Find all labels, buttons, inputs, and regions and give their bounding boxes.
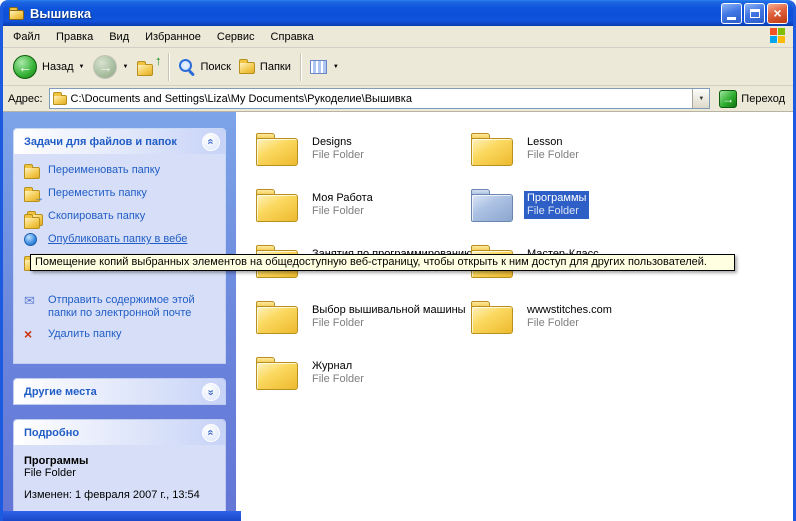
folder-tile-lesson[interactable]: LessonFile Folder	[470, 126, 675, 172]
minimize-button[interactable]	[721, 3, 742, 24]
address-folder-icon	[53, 95, 67, 105]
window-bottom-border	[3, 511, 241, 521]
folder-icon	[255, 354, 301, 392]
details-selected-type: File Folder	[24, 467, 219, 479]
details-panel: Подробно » Программы File Folder Изменен…	[13, 419, 226, 514]
address-dropdown-button[interactable]: ▼	[692, 89, 709, 108]
window-title: Вышивка	[30, 6, 714, 21]
back-label: Назад	[42, 61, 74, 73]
views-dropdown-arrow: ▼	[333, 64, 339, 70]
forward-icon: →	[93, 55, 117, 79]
back-icon: ←	[13, 55, 37, 79]
task-delete-folder[interactable]: × Удалить папку	[24, 328, 219, 343]
windows-logo-icon	[770, 28, 787, 45]
folder-icon	[255, 186, 301, 224]
forward-dropdown-arrow[interactable]: ▼	[122, 64, 128, 70]
search-icon	[178, 58, 195, 75]
details-title: Подробно	[24, 427, 79, 439]
file-tasks-header[interactable]: Задачи для файлов и папок »	[14, 129, 225, 154]
address-path: C:\Documents and Settings\Liza\My Docume…	[71, 93, 689, 105]
move-folder-icon: →	[24, 187, 42, 202]
folders-button[interactable]: Папки	[235, 56, 295, 77]
details-selected-name: Программы	[24, 455, 219, 467]
back-button[interactable]: ← Назад	[9, 52, 78, 82]
menu-file[interactable]: Файл	[5, 28, 48, 46]
folder-tile-zhurnal[interactable]: ЖурналFile Folder	[255, 350, 460, 396]
folder-icon-selected	[470, 186, 516, 224]
address-label: Адрес:	[8, 93, 43, 105]
back-dropdown-arrow[interactable]: ▼	[79, 64, 85, 70]
search-button[interactable]: Поиск	[174, 55, 234, 78]
email-icon: ✉	[24, 294, 42, 309]
folder-tile-vybor-mashiny[interactable]: Выбор вышивальной машиныFile Folder	[255, 294, 460, 340]
menu-edit[interactable]: Правка	[48, 28, 101, 46]
search-label: Поиск	[200, 61, 230, 73]
task-pane-sidebar: Задачи для файлов и папок » Переименоват…	[3, 112, 236, 521]
titlebar: Вышивка ×	[3, 0, 793, 26]
task-move-folder[interactable]: → Переместить папку	[24, 187, 219, 202]
menu-favorites[interactable]: Избранное	[137, 28, 209, 46]
up-button[interactable]: ↑	[133, 54, 163, 79]
forward-button[interactable]: →	[89, 52, 121, 82]
publish-web-icon	[24, 233, 42, 248]
menu-view[interactable]: Вид	[101, 28, 137, 46]
details-header[interactable]: Подробно »	[14, 420, 225, 445]
folder-icon	[255, 298, 301, 336]
rename-folder-icon	[24, 164, 42, 179]
folder-icon	[255, 130, 301, 168]
maximize-button[interactable]	[744, 3, 765, 24]
views-icon	[310, 60, 327, 74]
task-email-folder[interactable]: ✉ Отправить содержимое этой папки по эле…	[24, 294, 219, 320]
folder-tile-programmy-selected[interactable]: ПрограммыFile Folder	[470, 182, 675, 228]
other-places-header[interactable]: Другие места »	[14, 379, 225, 404]
standard-buttons-toolbar: ← Назад ▼ → ▼ ↑ Поиск Папки ▼	[3, 48, 793, 86]
expand-chevron-icon[interactable]: »	[202, 383, 220, 401]
go-label: Переход	[741, 93, 785, 105]
go-button[interactable]: → Переход	[716, 90, 788, 108]
close-button[interactable]: ×	[767, 3, 788, 24]
task-copy-folder[interactable]: Скопировать папку	[24, 210, 219, 225]
collapse-chevron-icon[interactable]: »	[202, 424, 220, 442]
copy-folder-icon	[24, 210, 42, 225]
explorer-window: Вышивка × Файл Правка Вид Избранное Серв…	[0, 0, 796, 521]
up-folder-icon: ↑	[137, 57, 159, 76]
file-list-area: DesignsFile Folder LessonFile Folder Моя…	[236, 112, 793, 521]
go-icon: →	[719, 90, 737, 108]
folders-icon	[239, 62, 255, 74]
task-publish-folder-web[interactable]: Опубликовать папку в вебе	[24, 233, 219, 248]
folder-tile-wwwstitches[interactable]: wwwstitches.comFile Folder	[470, 294, 675, 340]
window-folder-icon	[9, 7, 25, 20]
folder-tile-moya-rabota[interactable]: Моя РаботаFile Folder	[255, 182, 460, 228]
folder-icon	[470, 130, 516, 168]
delete-icon: ×	[24, 328, 42, 343]
collapse-chevron-icon[interactable]: »	[202, 133, 220, 151]
file-tasks-panel: Задачи для файлов и папок » Переименоват…	[13, 128, 226, 364]
folders-label: Папки	[260, 61, 291, 73]
menu-help[interactable]: Справка	[263, 28, 322, 46]
other-places-title: Другие места	[24, 386, 97, 398]
folder-icon	[470, 298, 516, 336]
details-modified-date: Изменен: 1 февраля 2007 г., 13:54	[24, 489, 219, 501]
address-input[interactable]: C:\Documents and Settings\Liza\My Docume…	[49, 88, 711, 109]
toolbar-separator	[300, 53, 301, 81]
task-rename-folder[interactable]: Переименовать папку	[24, 164, 219, 179]
views-button[interactable]: ▼	[306, 57, 348, 77]
toolbar-separator	[168, 53, 169, 81]
window-controls: ×	[719, 3, 788, 24]
other-places-panel: Другие места »	[13, 378, 226, 405]
file-tasks-title: Задачи для файлов и папок	[24, 136, 177, 148]
tooltip: Помещение копий выбранных элементов на о…	[30, 254, 735, 271]
folder-tile-designs[interactable]: DesignsFile Folder	[255, 126, 460, 172]
menu-tools[interactable]: Сервис	[209, 28, 263, 46]
menubar: Файл Правка Вид Избранное Сервис Справка	[3, 26, 793, 48]
details-body: Программы File Folder Изменен: 1 февраля…	[14, 445, 225, 513]
window-content: Задачи для файлов и папок » Переименоват…	[3, 112, 793, 521]
addressbar: Адрес: C:\Documents and Settings\Liza\My…	[3, 86, 793, 112]
